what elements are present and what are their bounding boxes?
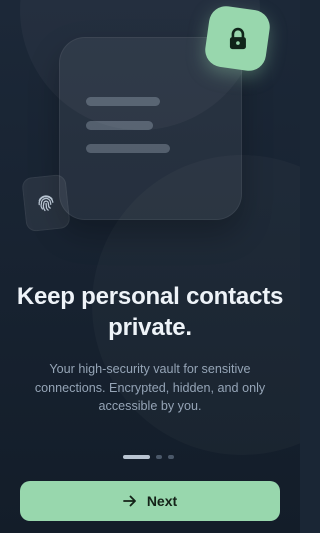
lock-icon [229,27,246,49]
next-button-label: Next [146,493,178,509]
fingerprint-badge [21,173,71,233]
document-line [86,97,160,106]
page-dot[interactable] [156,455,162,459]
document-line [86,144,170,153]
page-dot-active[interactable] [123,455,150,459]
page-dot[interactable] [168,455,174,459]
next-button[interactable]: Next [20,481,280,521]
arrow-right-icon [122,495,136,507]
onboarding-title: Keep personal contacts private. [16,283,284,341]
onboarding-subtitle: Your high-security vault for sensitive c… [34,362,266,413]
lock-badge [203,4,272,73]
page-indicator [123,455,174,459]
document-line [86,121,153,130]
onboarding-screen: Keep personal contacts private. Your hig… [0,0,300,533]
fingerprint-icon [38,195,54,212]
